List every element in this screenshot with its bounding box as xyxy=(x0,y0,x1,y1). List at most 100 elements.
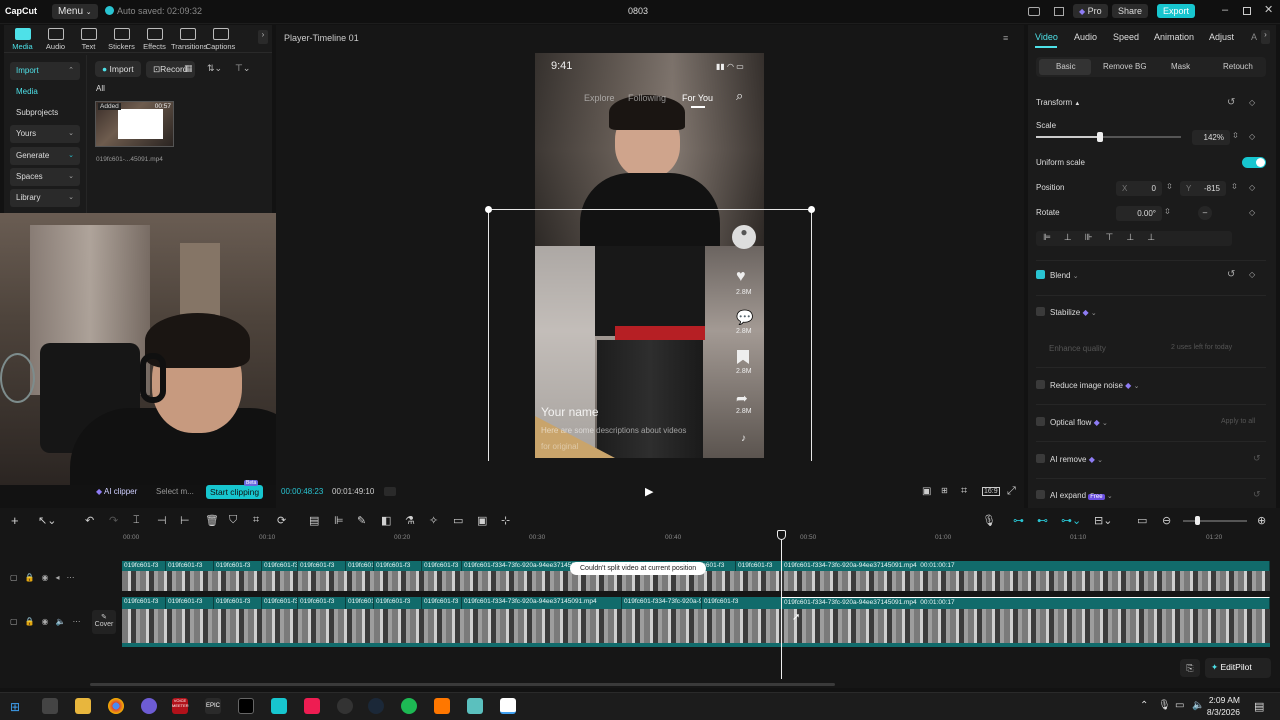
timecode-toggle-icon[interactable] xyxy=(384,487,396,496)
maximize-icon[interactable] xyxy=(1243,7,1251,15)
tab-speed[interactable]: Speed xyxy=(1113,32,1139,42)
freeze-icon[interactable]: ▤ xyxy=(309,514,319,527)
capcut-active-icon[interactable] xyxy=(500,698,516,714)
position-y-field[interactable]: Y -815 xyxy=(1180,181,1226,196)
transform-selection-box[interactable] xyxy=(488,209,812,461)
position-x-field[interactable]: X0 xyxy=(1116,181,1162,196)
blend-checkbox[interactable] xyxy=(1036,270,1045,279)
tab-transitions[interactable]: Transitions xyxy=(171,26,207,51)
scale-stepper-icon[interactable]: ⇳ xyxy=(1232,131,1239,140)
marker-icon[interactable]: ⛉ xyxy=(229,514,237,527)
tab-video[interactable]: Video xyxy=(1035,32,1058,42)
mirror-icon[interactable]: ◧ xyxy=(381,514,391,527)
track1-controls[interactable]: ▢🔒◉◂⋯ xyxy=(10,573,82,582)
caption-tool-icon[interactable]: ▭ xyxy=(453,514,463,527)
linkage-icon[interactable]: ⊶⌄ xyxy=(1061,514,1081,527)
clip[interactable]: 019fc601-f3 xyxy=(346,561,374,571)
clip[interactable]: 019fc601-f3 xyxy=(166,597,214,609)
clip[interactable]: 019fc601-f3 xyxy=(262,561,298,571)
subtab-remove-bg[interactable]: Remove BG xyxy=(1103,62,1147,71)
reset-icon[interactable]: ↺ xyxy=(1253,453,1261,464)
clip[interactable]: 019fc601-f3 xyxy=(166,561,214,571)
link-icon[interactable]: ⊶ xyxy=(1013,514,1024,527)
editpilot-button[interactable]: ✦ EditPilot xyxy=(1205,658,1271,678)
discord-icon[interactable] xyxy=(141,698,157,714)
cover-button[interactable]: ✎ Cover xyxy=(92,610,116,634)
preview-axis-icon[interactable]: ⊟⌄ xyxy=(1094,514,1112,527)
task-view-icon[interactable] xyxy=(42,698,58,714)
windows-start-icon[interactable]: ⊞ xyxy=(10,700,20,714)
resize-handle-tl[interactable] xyxy=(485,206,492,213)
trim-left-icon[interactable]: ⊣ xyxy=(157,514,167,527)
clip[interactable]: 019fc601-f3 xyxy=(298,597,346,609)
track2-controls[interactable]: ▢🔒◉🔈⋯ xyxy=(10,617,87,626)
fullscreen-icon[interactable]: ⤢ xyxy=(1007,485,1016,498)
epic-games-icon[interactable]: EPIC xyxy=(205,698,221,714)
notepad-icon[interactable] xyxy=(467,698,483,714)
clip[interactable]: 019fc601-f3 xyxy=(262,597,298,609)
tab-animation[interactable]: Animation xyxy=(1154,32,1194,42)
tray-chevron-icon[interactable]: ⌃ xyxy=(1140,700,1148,711)
uniform-scale-toggle[interactable] xyxy=(1242,157,1266,168)
split-icon[interactable]: ⌶ xyxy=(133,514,140,527)
menu-button[interactable]: Menu ⌄ xyxy=(52,4,98,19)
start-clipping-button[interactable]: Start clipping xyxy=(206,485,264,499)
stepper-icon[interactable]: ⇳ xyxy=(1231,182,1238,191)
filter-all[interactable]: All xyxy=(96,84,105,93)
scale-slider[interactable] xyxy=(1036,136,1181,138)
clip[interactable]: 019fc601-f3 xyxy=(736,561,782,571)
clip[interactable]: 019fc601-f3 xyxy=(374,597,422,609)
tiktok-task-icon[interactable] xyxy=(304,698,320,714)
ai-expand-checkbox[interactable] xyxy=(1036,490,1045,499)
clip[interactable]: 019fc601-f3 xyxy=(702,597,782,609)
tab-audio[interactable]: Audio xyxy=(1074,32,1097,42)
optical-flow-row[interactable]: Optical flow ◆ ⌄ xyxy=(1036,417,1108,427)
mask-tool-icon[interactable]: ✎ xyxy=(357,514,366,527)
playhead[interactable] xyxy=(781,533,782,679)
ai-expand-row[interactable]: AI expand Free ⌄ xyxy=(1036,490,1113,500)
tab-captions[interactable]: Captions xyxy=(204,26,237,51)
stepper-icon[interactable]: ⇳ xyxy=(1164,207,1171,216)
file-explorer-icon[interactable] xyxy=(75,698,91,714)
clip[interactable]: 019fc601-f3 xyxy=(422,597,462,609)
network-icon[interactable]: ▭ xyxy=(1175,700,1184,711)
keyframe-icon[interactable]: ◇ xyxy=(1249,132,1255,141)
voicemeeter-icon[interactable]: VOICE MEETER xyxy=(172,698,189,714)
subtab-mask[interactable]: Mask xyxy=(1171,62,1190,71)
reset-icon[interactable]: ↺ xyxy=(1227,97,1235,108)
mic-tray-icon[interactable]: 🎙 xyxy=(1158,700,1171,711)
clip-selected[interactable]: 019fc601-f334-73fc-920a-94ee37145091.mp4… xyxy=(782,561,1270,571)
clip[interactable]: 019fc601-f3 xyxy=(214,561,262,571)
nav-spaces[interactable]: Spaces ⌄ xyxy=(10,168,80,186)
clock-time[interactable]: 2:09 AM xyxy=(1208,695,1240,705)
rotate-value[interactable]: 0.00° xyxy=(1116,206,1162,221)
steam-icon[interactable] xyxy=(368,698,384,714)
clip[interactable]: 019fc601-f334-73fc-920a-94ee37145091.mp4 xyxy=(462,597,622,609)
stepper-icon[interactable]: ⇳ xyxy=(1166,182,1173,191)
ai-select[interactable]: Select m... xyxy=(156,487,194,496)
transform-tool-icon[interactable]: ⟳ xyxy=(277,514,286,527)
soundcloud-icon[interactable] xyxy=(434,698,450,714)
subtab-basic[interactable]: Basic xyxy=(1056,62,1076,71)
keyframe-icon[interactable]: ◇ xyxy=(1249,270,1255,279)
microphone-icon[interactable]: 🎙 xyxy=(982,514,996,527)
optical-flow-checkbox[interactable] xyxy=(1036,417,1045,426)
zoom-slider-knob[interactable] xyxy=(1195,516,1200,525)
add-track-icon[interactable]: + xyxy=(11,513,19,528)
tab-stickers[interactable]: Stickers xyxy=(105,26,138,51)
tab-text[interactable]: Text xyxy=(72,26,105,51)
nav-import[interactable]: Import ⌃ xyxy=(10,62,80,80)
keyframe-icon[interactable]: ◇ xyxy=(1249,208,1255,217)
magic-icon[interactable]: ✧ xyxy=(429,514,438,527)
trim-right-icon[interactable]: ⊢ xyxy=(180,514,190,527)
delete-icon[interactable]: 🗑 xyxy=(205,514,219,527)
grid-view-icon[interactable]: ▦ xyxy=(184,63,193,74)
clip[interactable]: 019fc601-f334-73fc-920a-94ee37145091.mp4 xyxy=(622,597,702,609)
tab-media[interactable]: Media xyxy=(6,26,39,51)
image-tool-icon[interactable]: ▣ xyxy=(477,514,487,527)
nav-yours[interactable]: Yours ⌄ xyxy=(10,125,80,143)
shortcuts-icon[interactable] xyxy=(1054,7,1064,16)
clip[interactable]: 019fc601-f3 xyxy=(422,561,462,571)
chrome-icon[interactable] xyxy=(108,698,124,714)
blend-row[interactable]: Blend ⌄ xyxy=(1036,270,1079,280)
